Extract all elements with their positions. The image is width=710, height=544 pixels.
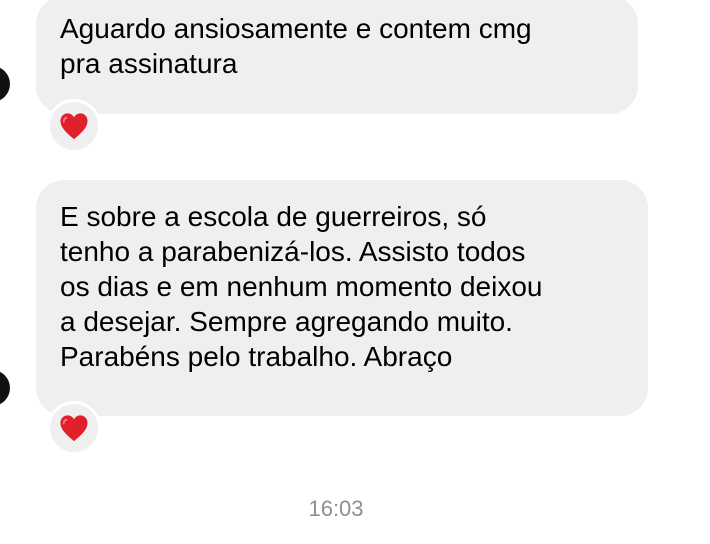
chat-thread: Aguardo ansiosamente e contem cmg pra as… xyxy=(0,0,710,544)
message-line: tenho a parabenizá-los. Assisto todos xyxy=(60,236,526,267)
reaction-badge[interactable] xyxy=(47,99,101,153)
message-line: E sobre a escola de guerreiros, só xyxy=(60,201,487,232)
avatar[interactable] xyxy=(0,66,10,102)
message-line: a desejar. Sempre agregando muito. xyxy=(60,306,513,337)
message-line: Aguardo ansiosamente e contem cmg xyxy=(60,13,532,44)
message-line: Parabéns pelo trabalho. Abraço xyxy=(60,341,453,372)
message-bubble[interactable]: Aguardo ansiosamente e contem cmg pra as… xyxy=(36,0,638,114)
message-line: pra assinatura xyxy=(60,48,238,79)
message-bubble[interactable]: E sobre a escola de guerreiros, só tenho… xyxy=(36,180,648,416)
message-text: Aguardo ansiosamente e contem cmg pra as… xyxy=(60,11,610,81)
heart-icon xyxy=(60,113,88,140)
message-timestamp: 16:03 xyxy=(308,496,364,521)
message-text: E sobre a escola de guerreiros, só tenho… xyxy=(60,199,620,374)
message-line: os dias e em nenhum momento deixou xyxy=(60,271,543,302)
reaction-badge[interactable] xyxy=(47,401,101,455)
heart-icon xyxy=(60,415,88,442)
avatar[interactable] xyxy=(0,370,10,406)
